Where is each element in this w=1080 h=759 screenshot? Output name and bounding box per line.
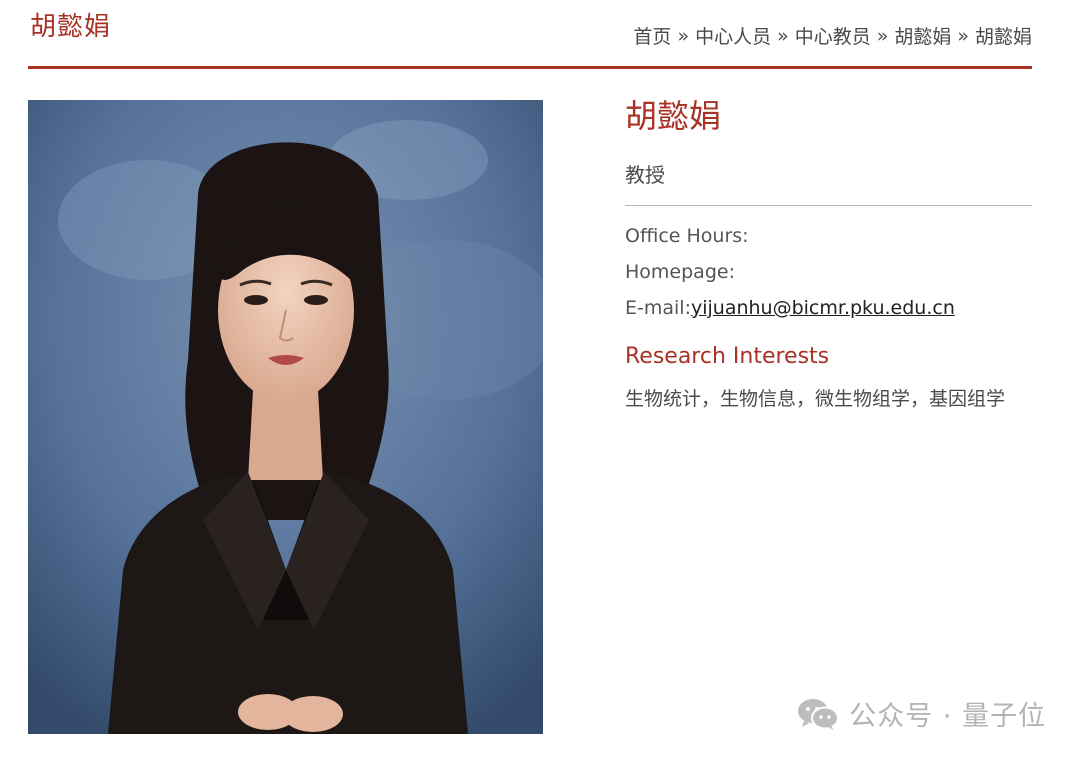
watermark: 公众号 · 量子位 [797, 694, 1046, 733]
breadcrumb-home[interactable]: 首页 [633, 22, 671, 49]
profile-title: 教授 [625, 163, 665, 187]
breadcrumb-separator: » [777, 24, 789, 47]
profile-panel: 胡懿娟 教授 Office Hours: Homepage: E-mail:yi… [625, 96, 1032, 415]
breadcrumb-separator: » [677, 24, 690, 47]
profile-divider [625, 205, 1032, 206]
homepage-row: Homepage: [625, 254, 1032, 290]
research-interests-heading: Research Interests [625, 344, 830, 369]
breadcrumb: 首页 » 中心人员 » 中心教员 » 胡懿娟 » 胡懿娟 [633, 22, 1032, 49]
header-divider [28, 66, 1032, 69]
breadcrumb-separator: » [957, 24, 969, 47]
portrait-illustration [28, 100, 543, 734]
office-hours-row: Office Hours: [625, 218, 1032, 254]
office-hours-label: Office Hours: [625, 225, 749, 247]
homepage-label: Homepage: [625, 261, 735, 283]
wechat-icon [798, 698, 840, 730]
portrait-photo [28, 100, 543, 734]
research-interests-text: 生物统计，生物信息，微生物组学，基因组学 [625, 388, 1006, 410]
breadcrumb-center-faculty[interactable]: 中心教员 [795, 22, 871, 49]
page-header-title: 胡懿娟 [30, 12, 112, 42]
breadcrumb-current: 胡懿娟 [974, 26, 1032, 48]
email-row: E-mail:yijuanhu@bicmr.pku.edu.cn [625, 290, 1032, 326]
contact-info: Office Hours: Homepage: E-mail:yijuanhu@… [625, 218, 1032, 326]
profile-name: 胡懿娟 [625, 97, 722, 135]
email-link[interactable]: yijuanhu@bicmr.pku.edu.cn [691, 297, 955, 319]
email-label: E-mail: [625, 297, 691, 319]
faculty-profile-page: 胡懿娟 首页 » 中心人员 » 中心教员 » 胡懿娟 » 胡懿娟 胡懿娟 教授 … [0, 0, 1080, 759]
breadcrumb-center-people[interactable]: 中心人员 [695, 22, 771, 49]
breadcrumb-separator: » [876, 24, 889, 47]
breadcrumb-person[interactable]: 胡懿娟 [894, 22, 951, 49]
watermark-text: 公众号 · 量子位 [849, 701, 1046, 732]
